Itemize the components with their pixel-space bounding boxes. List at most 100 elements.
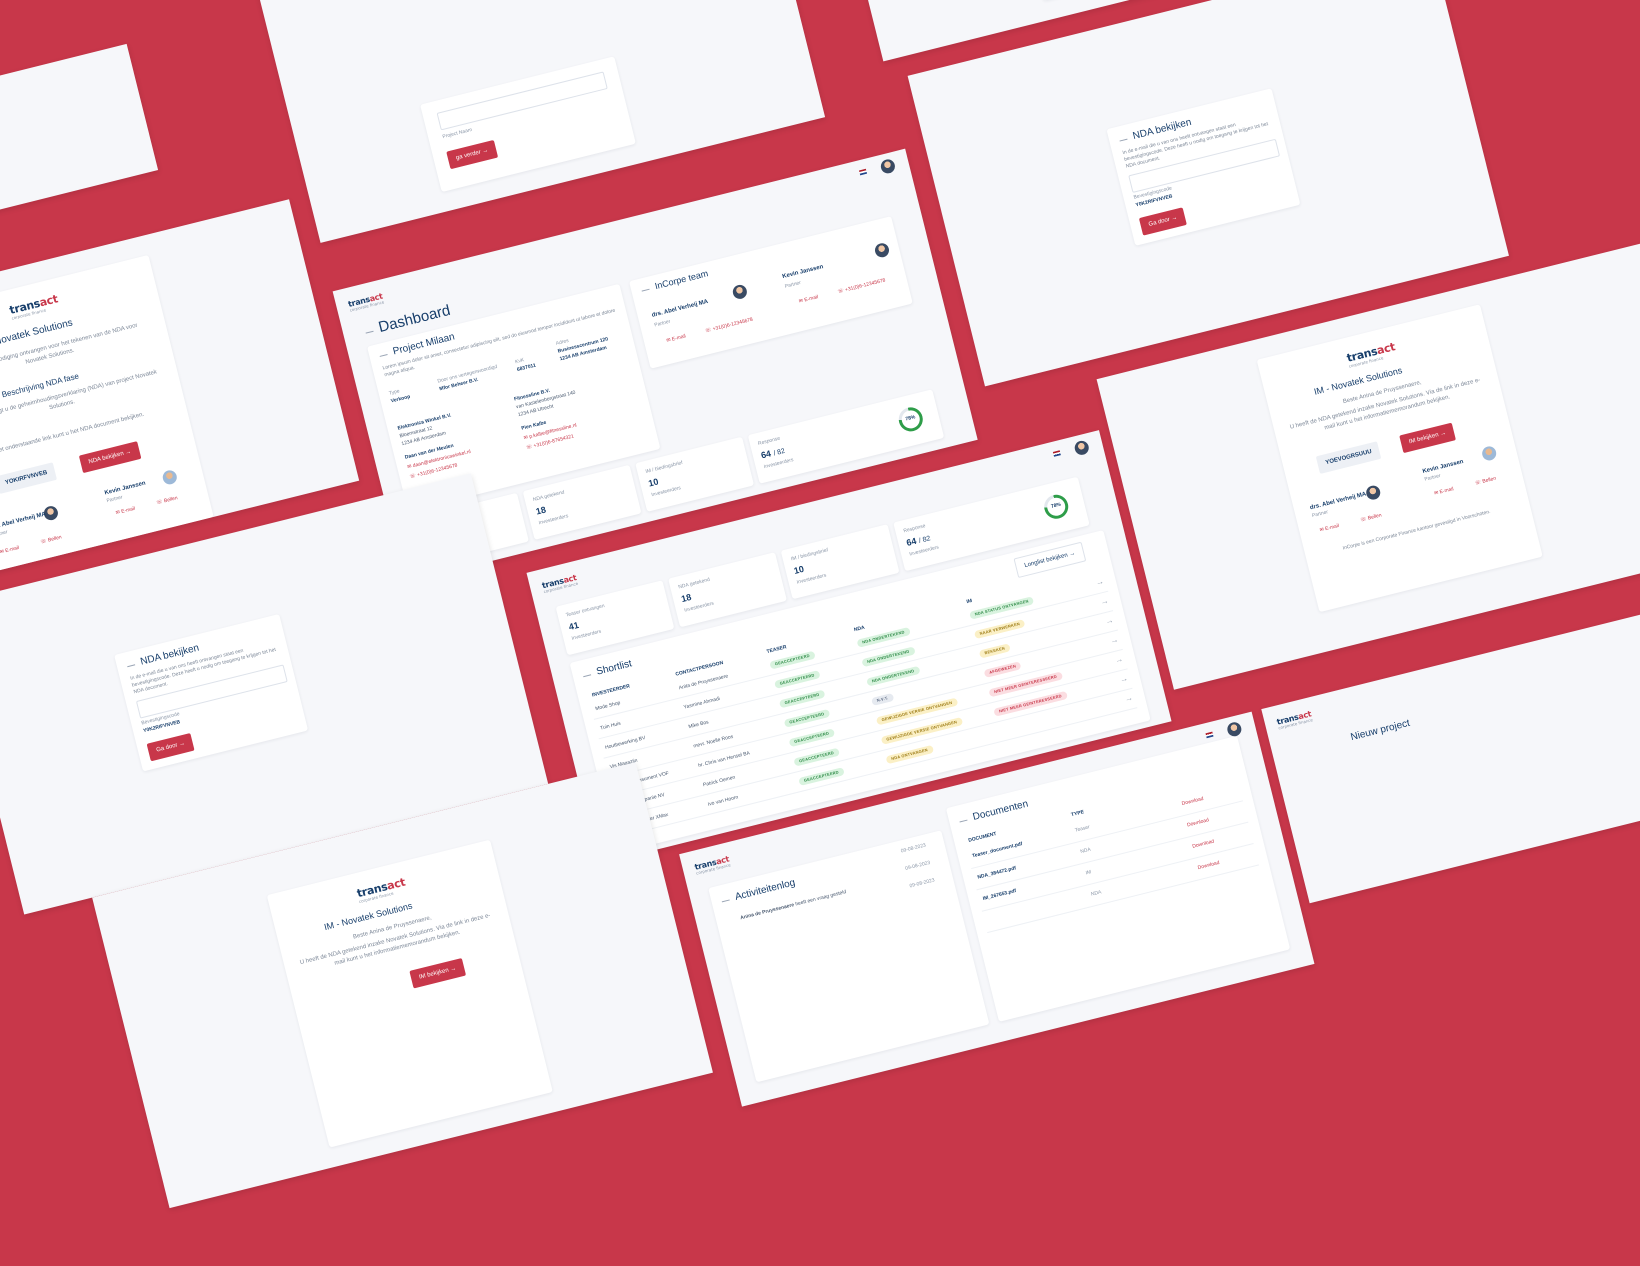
- contact-name: Anita de Pruyssenaere: [678, 673, 729, 692]
- transact-logo: transact corporate finance: [347, 291, 385, 313]
- title-accent: [583, 674, 592, 678]
- response-progress-ring: 78%: [896, 404, 926, 434]
- avatar: [873, 241, 891, 259]
- stat-label: IM / biedingsbrief: [644, 459, 684, 475]
- language-flag[interactable]: [1205, 731, 1214, 739]
- row-divider: [603, 629, 1119, 759]
- row-open-arrow-icon[interactable]: →: [1114, 654, 1124, 665]
- phone-link[interactable]: ☏ +31(0)6-12345678: [837, 277, 886, 295]
- im-view-button[interactable]: IM bekijken →: [409, 957, 467, 989]
- stat-value: 18: [680, 591, 693, 605]
- call-link[interactable]: ☏ Bellen: [156, 495, 178, 506]
- im-footer: InCorpe is een Corporate Finance kantoor…: [1342, 508, 1492, 552]
- row-open-arrow-icon[interactable]: →: [1104, 615, 1114, 626]
- user-avatar[interactable]: [1073, 439, 1091, 457]
- title-accent: [1119, 138, 1128, 142]
- row-open-arrow-icon[interactable]: →: [1100, 596, 1110, 607]
- title-accent: [127, 664, 136, 668]
- title-accent: [721, 899, 730, 903]
- stat-label: NDA getekend: [677, 576, 711, 591]
- project-name-input[interactable]: [436, 71, 608, 131]
- transact-logo: transact corporate finance: [8, 292, 60, 321]
- shortlist-title: Shortlist: [595, 658, 634, 678]
- stat-label: NDA getekend: [532, 489, 566, 504]
- transact-logo: transact corporate finance: [541, 573, 579, 595]
- avatar: [161, 468, 179, 486]
- email-link[interactable]: ✉ E-mail: [798, 294, 819, 305]
- contact-role: Partner: [1423, 472, 1442, 483]
- email-link[interactable]: ✉ E-mail: [1434, 486, 1455, 497]
- contact-name: drs. Abel Verheij MA: [1309, 491, 1367, 512]
- document-type: Teaser: [1074, 824, 1091, 834]
- title-accent: [959, 819, 968, 823]
- email-link[interactable]: ✉ E-mail: [666, 333, 687, 344]
- user-avatar[interactable]: [879, 157, 897, 175]
- document-name: NDA_384472.pdf: [976, 865, 1017, 881]
- transact-logo: transact corporate finance: [355, 875, 407, 905]
- nda-code-button[interactable]: YOKIRFVNVEB: [0, 462, 58, 494]
- field-label: KvK: [514, 357, 525, 366]
- email-link[interactable]: ✉ E-mail: [1319, 523, 1340, 534]
- language-flag[interactable]: [859, 168, 868, 176]
- continue-button[interactable]: Ga door →: [1138, 207, 1188, 236]
- call-link[interactable]: ☏ Bellen: [1360, 512, 1382, 523]
- stat-label: Teaser ontvangen: [565, 603, 606, 619]
- row-open-arrow-icon[interactable]: →: [1124, 693, 1134, 704]
- user-avatar[interactable]: [1225, 720, 1243, 738]
- title-accent: [641, 288, 650, 292]
- download-link[interactable]: Download: [1192, 839, 1215, 850]
- im-code-button[interactable]: YOEVOGRSUUU: [1315, 441, 1382, 474]
- nda-section-text: Hierbij ontvangt u de geheimhoudingsverk…: [0, 369, 158, 423]
- download-link[interactable]: Download: [1187, 817, 1210, 828]
- document-name: IM_267653.pdf: [982, 887, 1017, 903]
- continue-button[interactable]: Ga door →: [146, 732, 195, 762]
- team-member-name: Kevin Janssen: [781, 264, 825, 281]
- contact-role: Partner: [105, 494, 124, 505]
- column-header: TYPE: [1070, 809, 1085, 819]
- stat-label: IM / biedingsbrief: [790, 547, 829, 563]
- row-open-arrow-icon[interactable]: →: [1119, 674, 1129, 685]
- team-member-role: Partner: [784, 279, 802, 290]
- stat-value: 10: [647, 476, 660, 489]
- documents-card: Documenten DOCUMENT TYPE Teaser_document…: [945, 735, 1291, 1022]
- transact-logo: transact corporate finance: [1275, 709, 1314, 731]
- column-header: NDA: [853, 624, 866, 634]
- contact-name: drs. Abel Verheij MA: [0, 511, 47, 531]
- language-flag[interactable]: [1052, 450, 1061, 457]
- download-link[interactable]: Download: [1181, 796, 1204, 807]
- investor-name: Tuin Huis: [599, 720, 622, 732]
- login-card: Project Naam ga verder →: [420, 56, 636, 193]
- row-open-arrow-icon[interactable]: →: [1095, 577, 1105, 588]
- team-member-name: drs. Abel Verheij MA: [651, 298, 709, 319]
- nda-view-button[interactable]: NDA bekijken →: [78, 441, 142, 474]
- download-link[interactable]: Download: [1197, 860, 1220, 871]
- avatar: [731, 283, 749, 301]
- email-link[interactable]: ✉ E-mail: [115, 506, 136, 517]
- contact-role: Partner: [0, 529, 9, 540]
- longlist-button[interactable]: Longlist bekijken →: [1013, 541, 1087, 579]
- teaser-status-badge: GEACCEPTEERD: [769, 650, 816, 670]
- row-open-arrow-icon[interactable]: →: [1109, 635, 1119, 646]
- nda-status-badge: N.V.T.: [871, 692, 895, 707]
- call-link[interactable]: ☏ Bellen: [40, 534, 62, 545]
- collage-stage: ga verder → Project Naam ga verder → Met…: [0, 0, 1640, 1209]
- contact-name: Ivo van Hoorn: [707, 794, 739, 808]
- contact-name: Mike Bos: [687, 719, 710, 731]
- title-accent: [365, 330, 374, 334]
- call-link[interactable]: ☏ Bellen: [1474, 476, 1496, 487]
- im-view-button[interactable]: IM bekijken →: [1399, 422, 1457, 454]
- avatar: [1364, 484, 1382, 502]
- document-type: IM: [1085, 869, 1092, 877]
- nda-view-card: NDA bekijken In de e-mail die u van ons …: [114, 613, 309, 772]
- nda-email-card: transactcorporate finance NDA - Novatek …: [0, 254, 214, 575]
- activity-date: 09-08-2023: [904, 859, 931, 872]
- team-member-role: Partner: [653, 318, 672, 329]
- title-accent: [379, 354, 388, 357]
- response-progress-ring: 78%: [1041, 492, 1071, 522]
- email-link[interactable]: ✉ E-mail: [0, 545, 20, 556]
- contact-name: Kevin Janssen: [1421, 458, 1465, 475]
- activity-date: 09-08-2023: [909, 877, 936, 890]
- screen-top-left: ga verder →: [0, 43, 159, 243]
- login-continue-button[interactable]: ga verder →: [446, 139, 499, 170]
- phone-link[interactable]: ☏ +31(0)6-12345678: [705, 317, 754, 335]
